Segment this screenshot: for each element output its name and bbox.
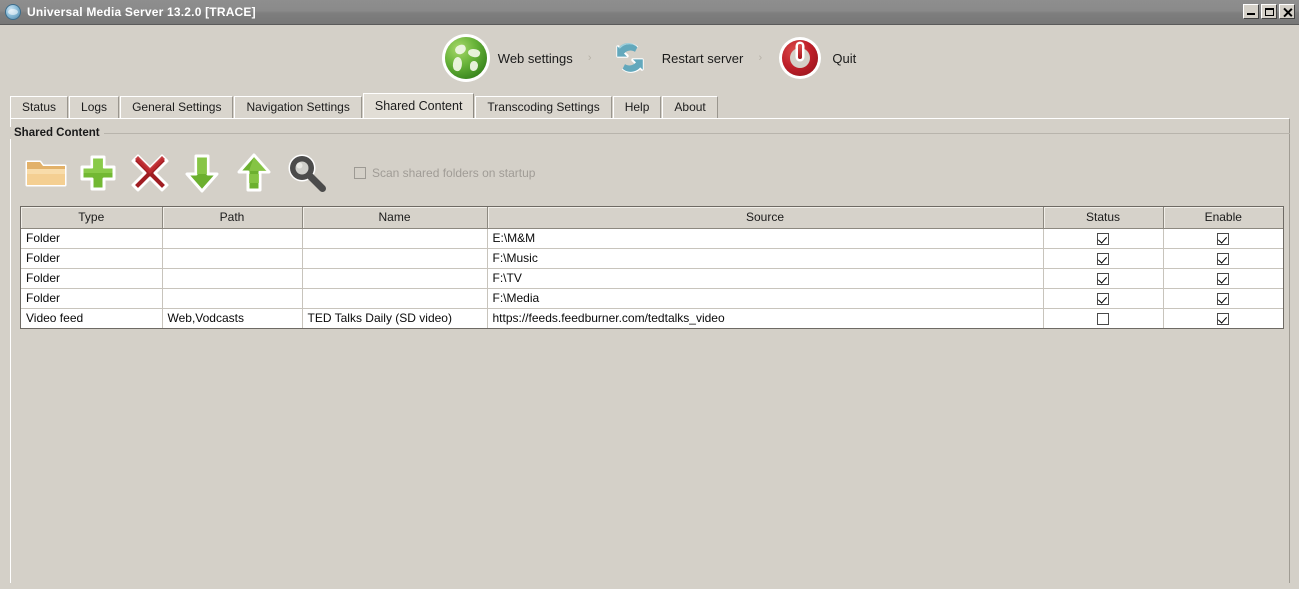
cell-source: E:\M&M xyxy=(487,228,1044,249)
scan-on-startup-checkbox[interactable]: Scan shared folders on startup xyxy=(354,166,535,180)
tab-navigation-settings[interactable]: Navigation Settings xyxy=(234,96,362,118)
column-header-type[interactable]: Type xyxy=(21,207,163,229)
shared-content-table[interactable]: Type Path Name Source Status Enable Fold… xyxy=(20,206,1284,329)
restart-server-label: Restart server xyxy=(661,50,744,66)
maximize-button[interactable] xyxy=(1261,4,1277,19)
scan-on-startup-box[interactable] xyxy=(354,167,366,179)
toolbar-separator-1: › xyxy=(587,52,592,64)
column-header-name[interactable]: Name xyxy=(302,207,488,229)
cell-status-checkbox[interactable] xyxy=(1097,312,1109,325)
tab-help[interactable]: Help xyxy=(612,96,662,118)
cell-path xyxy=(162,228,303,249)
column-header-enable[interactable]: Enable xyxy=(1163,207,1283,229)
remove-item-button[interactable] xyxy=(124,147,176,199)
power-icon xyxy=(777,35,823,81)
application-window: Universal Media Server 13.2.0 [TRACE] We… xyxy=(0,0,1299,589)
cell-enable-checkbox-cell xyxy=(1163,308,1283,328)
table-body: Folder E:\M&M Folder F:\Music Folder F:\TV Fol… xyxy=(21,228,1283,328)
window-bottom-edge xyxy=(0,583,1299,589)
quit-button[interactable]: Quit xyxy=(769,35,864,81)
cell-enable-checkbox[interactable] xyxy=(1217,312,1230,325)
cell-source: F:\Music xyxy=(487,248,1044,269)
cell-type: Folder xyxy=(21,248,163,269)
cell-status-checkbox[interactable] xyxy=(1097,272,1109,285)
tab-transcoding-settings[interactable]: Transcoding Settings xyxy=(475,96,612,118)
cell-source: F:\TV xyxy=(487,268,1044,289)
tab-shared-content[interactable]: Shared Content xyxy=(362,93,475,118)
table-row[interactable]: Video feed Web,Vodcasts TED Talks Daily (S… xyxy=(21,308,1283,328)
app-icon xyxy=(5,4,21,20)
scan-button[interactable] xyxy=(280,147,332,199)
cell-status-checkbox[interactable] xyxy=(1097,292,1109,305)
cell-status-checkbox-cell xyxy=(1043,268,1164,289)
scan-on-startup-label: Scan shared folders on startup xyxy=(372,166,536,180)
cell-status-checkbox-cell xyxy=(1043,228,1164,249)
table-row[interactable]: Folder F:\Media xyxy=(21,288,1283,309)
cell-enable-checkbox-cell xyxy=(1163,228,1283,249)
table-row[interactable]: Folder F:\TV xyxy=(21,268,1283,289)
table-row[interactable]: Folder F:\Music xyxy=(21,248,1283,269)
restart-server-button[interactable]: Restart server xyxy=(599,35,752,81)
cell-name xyxy=(302,288,488,309)
cell-enable-checkbox-cell xyxy=(1163,268,1283,289)
tab-bar: Status Logs General Settings Navigation … xyxy=(10,93,1290,118)
minimize-button[interactable] xyxy=(1243,4,1259,19)
cell-enable-checkbox[interactable] xyxy=(1217,292,1230,305)
toolbar-separator-2: › xyxy=(758,52,763,64)
tab-status[interactable]: Status xyxy=(10,96,69,118)
add-item-button[interactable] xyxy=(72,147,124,199)
cell-enable-checkbox-cell xyxy=(1163,288,1283,309)
cell-path xyxy=(162,288,303,309)
restart-arrows-icon xyxy=(607,35,653,81)
cell-name xyxy=(302,268,488,289)
cell-path xyxy=(162,268,303,289)
cell-enable-checkbox[interactable] xyxy=(1217,252,1230,265)
main-toolbar: Web settings › Restart server › Quit xyxy=(0,25,1299,91)
cell-enable-checkbox[interactable] xyxy=(1217,232,1230,245)
web-settings-label: Web settings xyxy=(497,50,573,66)
web-settings-button[interactable]: Web settings xyxy=(435,35,581,81)
tab-about[interactable]: About xyxy=(662,96,718,118)
globe-icon xyxy=(443,35,489,81)
column-header-status[interactable]: Status xyxy=(1043,207,1164,229)
cell-type: Folder xyxy=(21,228,163,249)
cell-name xyxy=(302,228,488,249)
cell-source: F:\Media xyxy=(487,288,1044,309)
cell-source: https://feeds.feedburner.com/tedtalks_vi… xyxy=(487,308,1044,328)
cell-name xyxy=(302,248,488,269)
cell-enable-checkbox-cell xyxy=(1163,248,1283,269)
window-controls xyxy=(1243,4,1295,19)
cell-status-checkbox-cell xyxy=(1043,288,1164,309)
cell-status-checkbox-cell xyxy=(1043,248,1164,269)
table-header-row: Type Path Name Source Status Enable xyxy=(21,207,1283,229)
cell-path: Web,Vodcasts xyxy=(162,308,303,328)
cell-type: Folder xyxy=(21,268,163,289)
move-down-button[interactable] xyxy=(176,147,228,199)
quit-label: Quit xyxy=(832,50,857,66)
cell-type: Folder xyxy=(21,288,163,309)
cell-enable-checkbox[interactable] xyxy=(1217,272,1230,285)
column-header-source[interactable]: Source xyxy=(487,207,1044,229)
tab-logs[interactable]: Logs xyxy=(69,96,120,118)
add-folder-button[interactable] xyxy=(20,147,72,199)
cell-path xyxy=(162,248,303,269)
group-divider xyxy=(10,133,1290,134)
title-bar: Universal Media Server 13.2.0 [TRACE] xyxy=(0,0,1299,25)
cell-type: Video feed xyxy=(21,308,163,328)
close-button[interactable] xyxy=(1279,4,1295,19)
table-row[interactable]: Folder E:\M&M xyxy=(21,228,1283,249)
window-title: Universal Media Server 13.2.0 [TRACE] xyxy=(27,5,256,19)
cell-status-checkbox[interactable] xyxy=(1097,252,1109,265)
column-header-path[interactable]: Path xyxy=(162,207,303,229)
cell-status-checkbox-cell xyxy=(1043,308,1164,328)
move-up-button[interactable] xyxy=(228,147,280,199)
tab-general-settings[interactable]: General Settings xyxy=(120,96,234,118)
cell-status-checkbox[interactable] xyxy=(1097,232,1109,245)
group-title: Shared Content xyxy=(10,127,104,139)
cell-name: TED Talks Daily (SD video) xyxy=(302,308,488,328)
shared-content-toolbar: Scan shared folders on startup xyxy=(20,145,535,201)
